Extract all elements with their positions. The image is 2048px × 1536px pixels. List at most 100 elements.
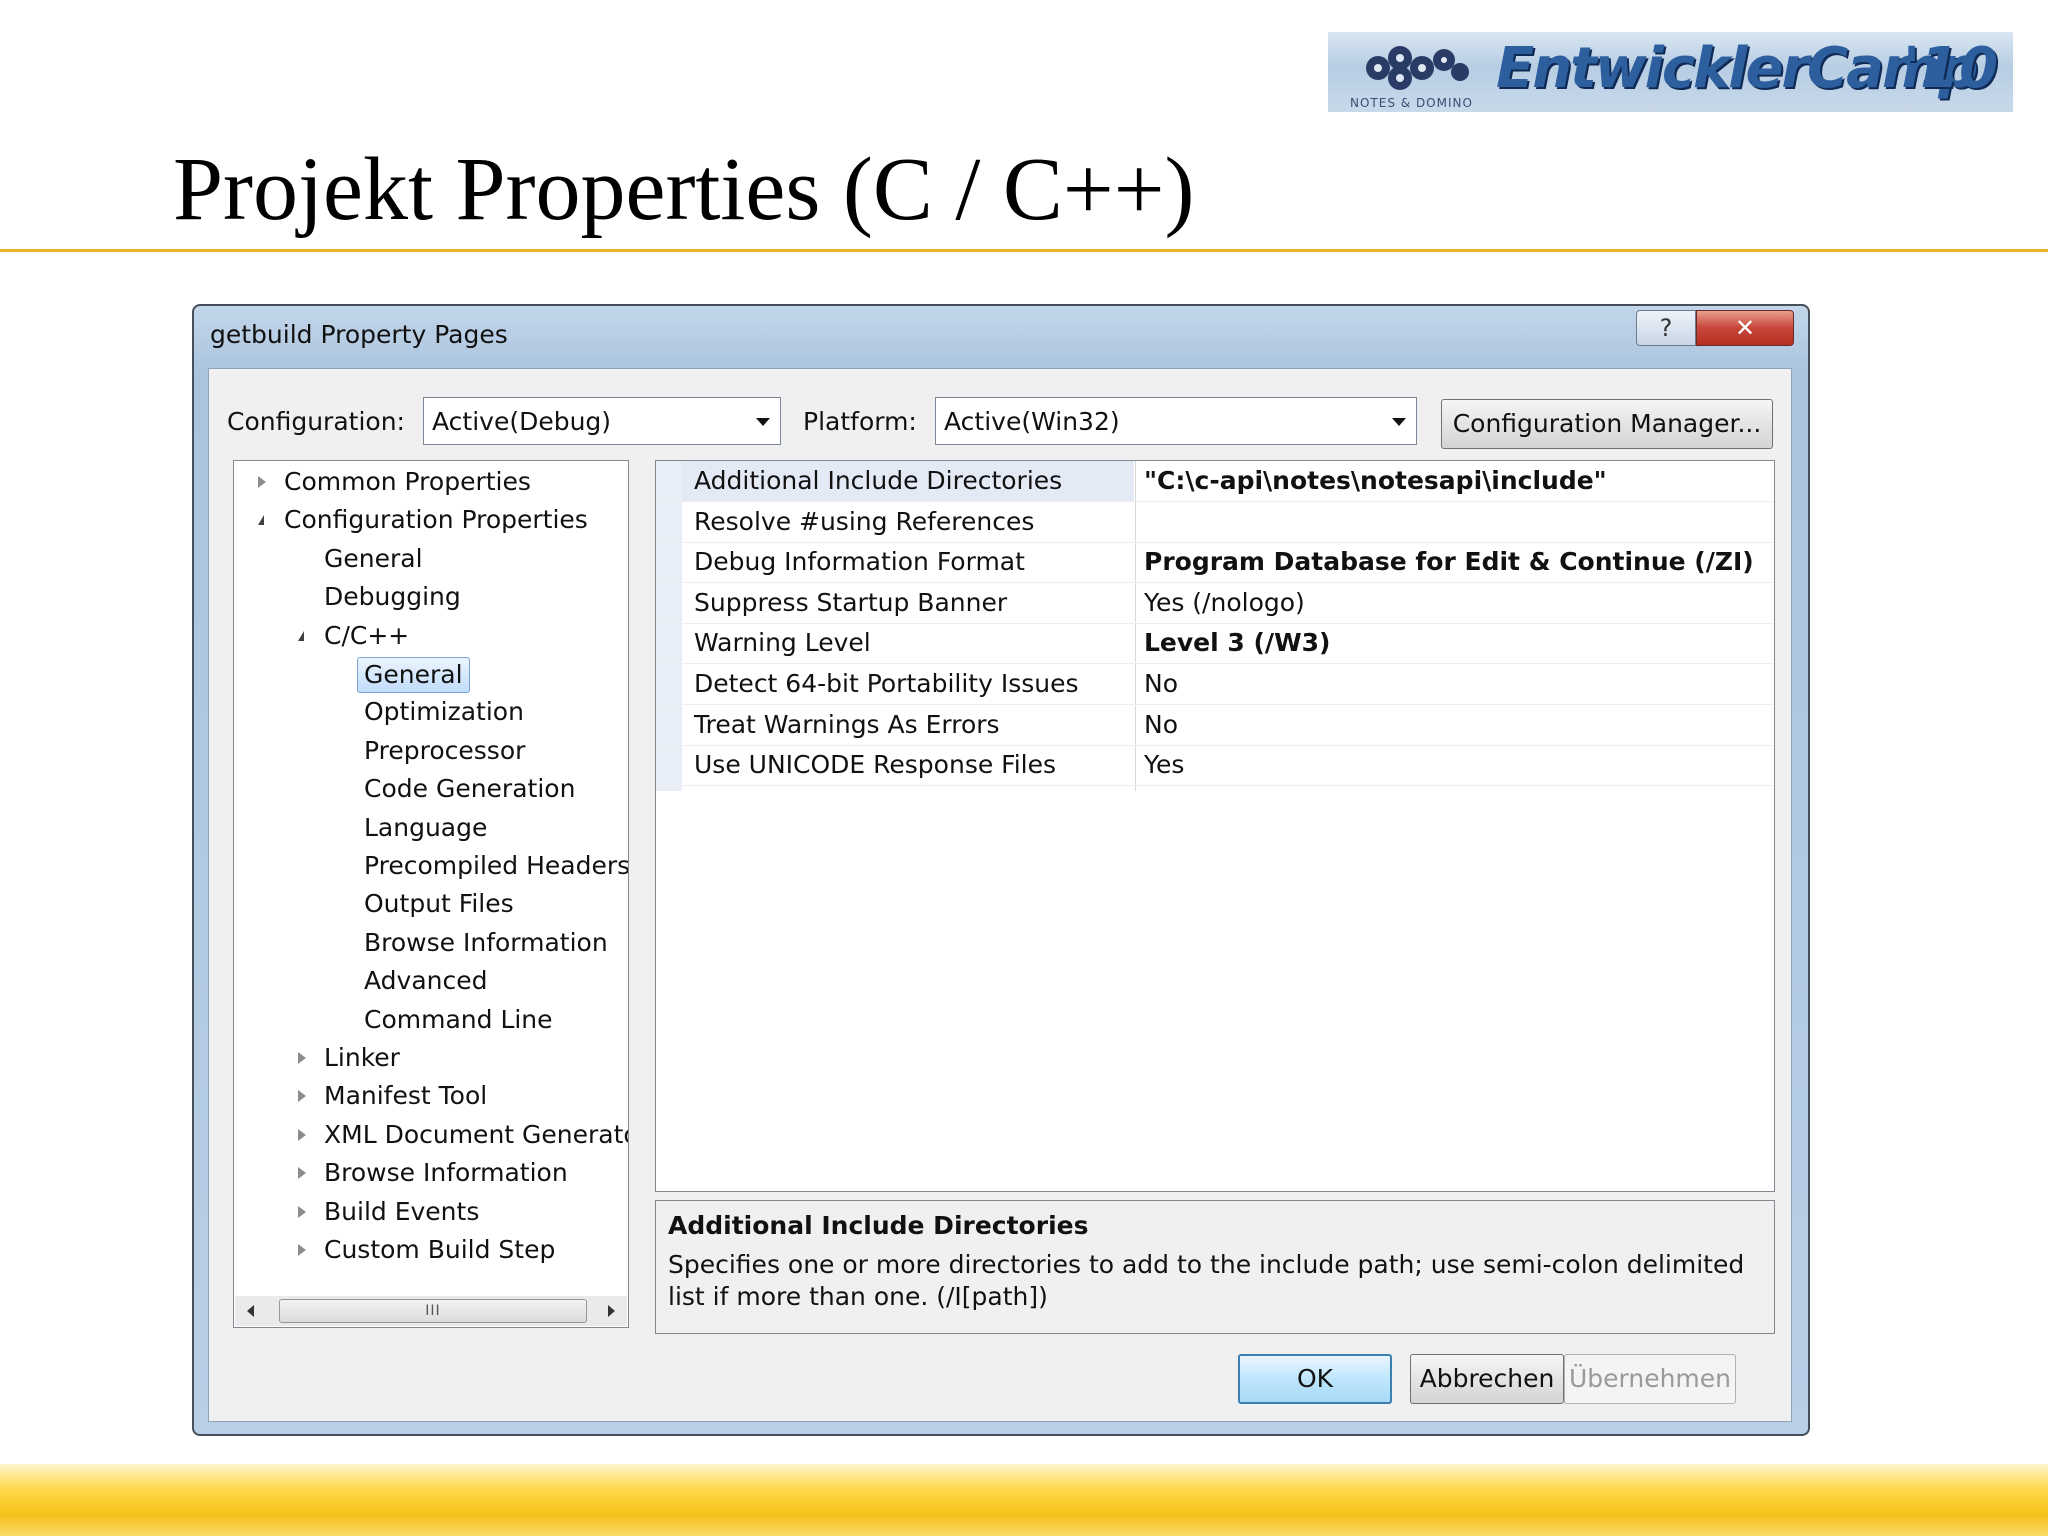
collapsed-triangle-icon[interactable] [298, 1167, 306, 1180]
chevron-down-icon [1392, 418, 1406, 426]
tree-item[interactable]: Language [234, 811, 628, 845]
tree-item[interactable]: C/C++ [234, 619, 628, 653]
scroll-thumb[interactable]: III [279, 1299, 587, 1323]
tree-item[interactable]: Browse Information [234, 1156, 628, 1190]
logo-subtext: NOTES & DOMINO [1350, 96, 1473, 110]
tree-item[interactable]: General [234, 657, 628, 693]
tree-horizontal-scrollbar[interactable]: III [235, 1296, 627, 1326]
tree-item[interactable]: Manifest Tool [234, 1079, 628, 1113]
tree-item-label: Debugging [324, 582, 461, 612]
tree-item-label: Code Generation [364, 774, 576, 804]
collapsed-triangle-icon[interactable] [298, 1090, 306, 1103]
tree-item[interactable]: Linker [234, 1041, 628, 1075]
tree-item[interactable]: Command Line [234, 1003, 628, 1037]
chevron-down-icon [756, 418, 770, 426]
tree-item[interactable]: Build Events [234, 1195, 628, 1229]
tree-item-label: XML Document Generator [324, 1119, 629, 1149]
tree-item-label: Build Events [324, 1196, 480, 1226]
tree-item-label: Manifest Tool [324, 1081, 488, 1111]
cancel-button[interactable]: Abbrechen [1410, 1354, 1564, 1404]
tree-item[interactable]: XML Document Generator [234, 1118, 628, 1152]
property-grid[interactable]: Additional Include Directories "C:\c-api\… [655, 460, 1775, 1192]
property-value[interactable]: Yes (/nologo) [1144, 583, 1305, 623]
tree-item-label: General [324, 543, 423, 573]
description-title: Additional Include Directories [668, 1211, 1089, 1240]
platform-label: Platform: [803, 407, 917, 436]
collapsed-triangle-icon[interactable] [298, 1205, 306, 1218]
tree-item[interactable]: Browse Information [234, 926, 628, 960]
category-tree[interactable]: Common Properties Configuration Propertie… [233, 460, 629, 1328]
property-value[interactable]: Program Database for Edit & Continue (/Z… [1144, 542, 1754, 582]
tree-item[interactable]: Output Files [234, 887, 628, 921]
property-name: Additional Include Directories [694, 466, 1063, 495]
slide-title: Projekt Properties (C / C++) [173, 140, 1195, 239]
tree-item[interactable]: Custom Build Step [234, 1233, 628, 1267]
property-row[interactable]: Suppress Startup Banner Yes (/nologo) [656, 583, 1774, 624]
tree-item-label: Common Properties [284, 467, 531, 496]
tree-item-label: Command Line [364, 1004, 553, 1034]
configuration-label: Configuration: [227, 407, 405, 436]
collapsed-triangle-icon[interactable] [258, 476, 266, 488]
platform-select[interactable]: Active(Win32) [935, 397, 1417, 445]
scroll-left-icon[interactable] [247, 1305, 254, 1317]
tree-item[interactable]: Preprocessor [234, 734, 628, 768]
close-button[interactable]: ✕ [1696, 310, 1794, 346]
tree-item-label: C/C++ [324, 620, 410, 650]
footer-band [0, 1464, 2048, 1536]
window-title: getbuild Property Pages [210, 320, 508, 349]
configuration-manager-button[interactable]: Configuration Manager... [1441, 399, 1773, 449]
tree-item-label: Optimization [364, 697, 524, 727]
property-name: Warning Level [694, 628, 871, 658]
property-row[interactable]: Additional Include Directories "C:\c-api\… [656, 461, 1774, 502]
platform-value: Active(Win32) [944, 407, 1120, 436]
expanded-triangle-icon[interactable] [298, 630, 304, 641]
tree-item[interactable]: Code Generation [234, 772, 628, 806]
tree-item-label: Preprocessor [364, 735, 526, 765]
help-button[interactable]: ? [1636, 310, 1696, 346]
collapsed-triangle-icon[interactable] [298, 1244, 306, 1256]
apply-button[interactable]: Übernehmen [1564, 1354, 1736, 1404]
property-value[interactable]: No [1144, 705, 1178, 745]
property-value[interactable]: Yes [1144, 745, 1184, 785]
ok-button[interactable]: OK [1238, 1354, 1392, 1404]
property-name: Debug Information Format [694, 547, 1025, 577]
tree-item[interactable]: Common Properties [234, 465, 628, 499]
flower-logo-icon [1366, 46, 1469, 90]
tree-item[interactable]: Debugging [234, 580, 628, 614]
property-name: Treat Warnings As Errors [694, 709, 1000, 739]
property-value[interactable]: No [1144, 664, 1178, 704]
tree-item[interactable]: General [234, 542, 628, 576]
collapsed-triangle-icon[interactable] [298, 1128, 306, 1141]
property-row[interactable]: Debug Information Format Program Database… [656, 542, 1774, 584]
scroll-right-icon[interactable] [608, 1305, 615, 1317]
tree-item-label: General [357, 657, 470, 693]
property-row[interactable]: Treat Warnings As Errors No [656, 705, 1774, 746]
property-pages-dialog: getbuild Property Pages ? ✕ Configuratio… [192, 304, 1810, 1436]
property-value[interactable]: "C:\c-api\notes\notesapi\include" [1144, 461, 1607, 501]
title-divider [0, 249, 2048, 252]
tree-item[interactable]: Precompiled Headers [234, 849, 628, 883]
tree-item-label: Linker [324, 1043, 400, 1072]
configuration-select[interactable]: Active(Debug) [423, 397, 781, 445]
tree-item-label: Output Files [364, 889, 514, 919]
property-row[interactable]: Use UNICODE Response Files Yes [656, 745, 1774, 787]
tree-item-label: Precompiled Headers [364, 851, 629, 880]
property-name: Use UNICODE Response Files [694, 750, 1057, 780]
entwicklercamp-logo: NOTES & DOMINO EntwicklerCamp '10 [1328, 32, 2013, 112]
tree-item[interactable]: Configuration Properties [234, 503, 628, 537]
tree-item-label: Browse Information [324, 1158, 568, 1188]
tree-item-label: Custom Build Step [324, 1235, 556, 1264]
tree-item[interactable]: Optimization [234, 695, 628, 729]
collapsed-triangle-icon[interactable] [298, 1052, 306, 1064]
title-bar[interactable]: getbuild Property Pages ? ✕ [194, 306, 1808, 368]
property-row[interactable]: Detect 64-bit Portability Issues No [656, 664, 1774, 705]
description-text: Specifies one or more directories to add… [668, 1250, 1745, 1311]
tree-item[interactable]: Advanced [234, 964, 628, 998]
property-name: Detect 64-bit Portability Issues [694, 669, 1079, 698]
property-value[interactable]: Level 3 (/W3) [1144, 623, 1330, 663]
property-row[interactable]: Warning Level Level 3 (/W3) [656, 623, 1774, 665]
expanded-triangle-icon[interactable] [258, 515, 264, 526]
tree-item-label: Configuration Properties [284, 505, 588, 535]
tree-item-label: Language [364, 812, 488, 842]
property-row[interactable]: Resolve #using References [656, 502, 1774, 543]
